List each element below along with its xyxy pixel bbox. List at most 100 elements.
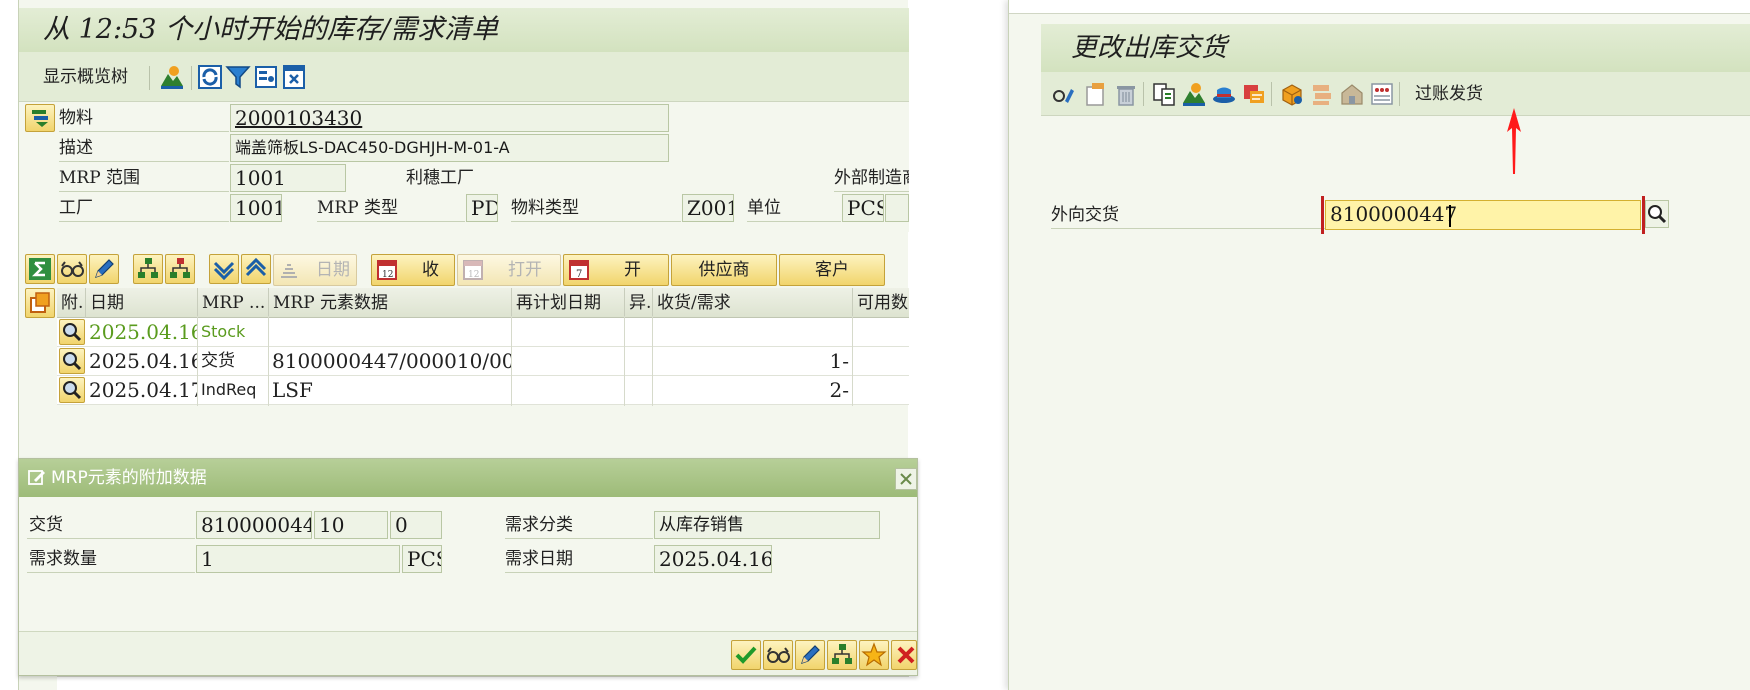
picking-icon[interactable] [1309,81,1335,107]
row-resched [512,345,625,377]
display-button[interactable] [57,254,87,284]
checkmark-icon [735,646,757,664]
row-qty: 1- [653,345,853,377]
row-qty [653,316,853,348]
trash-icon[interactable] [1113,81,1139,107]
open-disabled-button[interactable]: 12 打开 [457,254,561,286]
table-row[interactable]: 2025.04.16 Stock [57,316,909,348]
receipt-icon: 12 [377,260,397,280]
col-receipt-req[interactable]: 收货/需求 [653,288,853,318]
header-toggle-icon [32,110,48,127]
expand-tree-button[interactable] [133,254,163,284]
hat-icon[interactable] [1211,81,1237,107]
warehouse-icon[interactable] [1339,81,1365,107]
text-cursor [1449,205,1451,227]
material-field[interactable]: 2000103430 [230,104,669,132]
col-attach[interactable]: 附. [57,288,86,318]
header-toggle-button[interactable] [25,104,55,132]
planning-icon[interactable] [1181,81,1207,107]
col-exception[interactable]: 异. [625,288,653,318]
table-settings-button[interactable] [25,288,55,318]
export-icon[interactable] [281,64,307,90]
col-mrp-element[interactable]: MRP ... [198,288,269,318]
popup-cancel-button[interactable] [891,640,917,670]
popup-req-date-underline [505,572,653,573]
planning-icon[interactable] [159,64,185,90]
row-data: LSF [269,374,512,406]
popup-delivery-label: 交货 [29,515,63,535]
mrp-area-label: MRP 范围 [59,168,141,188]
row-resched [512,316,625,348]
desc-underline [59,161,229,162]
refresh-icon[interactable] [197,64,223,90]
search-icon [1648,205,1667,224]
popup-req-cat-underline [505,538,653,539]
mrp-element-popup: MRP元素的附加数据 交货 8100000447 10 0 需求分类 从库存销售… [18,458,918,676]
right-toolbar: 过账发货 [1041,72,1750,116]
post-goods-issue-button[interactable]: 过账发货 [1415,82,1483,106]
display-change-icon[interactable] [1051,81,1077,107]
material-label: 物料 [59,108,93,128]
popup-close-button[interactable] [895,468,917,490]
messages-icon[interactable] [1241,81,1267,107]
table-row[interactable]: 2025.04.16 交货 8100000447/000010/0000 1- [57,345,909,377]
collapse-all-button[interactable] [241,254,271,284]
row-detail-button[interactable] [59,348,85,374]
search-help-button[interactable] [1645,200,1669,228]
mrp-area-underline [59,191,229,192]
receipt-button[interactable]: 12 收 [371,254,455,286]
red-arrow-annotation [1507,108,1521,174]
vendor-button[interactable]: 供应商 [671,254,777,286]
popup-tree-button[interactable] [827,640,857,670]
magnifier-icon [63,323,82,342]
col-element-data[interactable]: MRP 元素数据 [269,288,512,318]
ext-manufacturer-label: 外部制造商 [834,168,909,188]
popup-display-button[interactable] [763,640,793,670]
date-icon [281,264,297,278]
mrp-table: 附. 日期 MRP ... MRP 元素数据 再计划日期 异. 收货/需求 可用… [25,288,909,428]
col-reschedule-date[interactable]: 再计划日期 [512,288,625,318]
row-exc [625,345,653,377]
row-resched [512,374,625,406]
sum-button[interactable] [25,254,55,284]
popup-footer [19,631,917,675]
col-date[interactable]: 日期 [86,288,198,318]
row-exc [625,374,653,406]
filter-icon[interactable] [225,64,251,90]
toolbar-separator [1271,82,1272,106]
settings-icon[interactable] [253,64,279,90]
grid-icon[interactable] [1369,81,1395,107]
table-row[interactable]: 2025.04.17 IndReq LSF 2- [57,374,909,406]
outbound-delivery-input[interactable]: 8100000447 [1325,200,1641,230]
glasses-icon [61,261,84,277]
collapse-tree-button[interactable] [165,254,195,284]
sigma-icon [29,258,51,280]
popup-favorite-button[interactable] [859,640,889,670]
create-icon[interactable] [1083,81,1109,107]
plant-field: 1001 [230,194,282,222]
row-detail-button[interactable] [59,377,85,403]
desc-field: 端盖筛板LS-DAC450-DGHJH-M-01-A [230,134,669,162]
edit-button[interactable] [89,254,119,284]
svg-text:12: 12 [468,270,479,280]
toolbar-separator [191,66,192,90]
unit-underline [747,221,841,222]
calendar-7-icon: 7 [569,260,589,280]
mat-type-field: Z001 [682,194,734,222]
package-icon[interactable] [1279,81,1305,107]
confirm-button[interactable] [731,640,761,670]
document-flow-icon[interactable] [1151,81,1177,107]
popup-edit-button[interactable] [795,640,825,670]
expand-all-button[interactable] [209,254,239,284]
outbound-underline [1051,228,1329,229]
customer-button[interactable]: 客户 [779,254,885,286]
show-tree-button[interactable]: 显示概览树 [43,65,128,89]
mrp-area-text: 利穗工厂 [406,168,474,188]
row-detail-button[interactable] [59,319,85,345]
open-button[interactable]: 7 开 [563,254,669,286]
row-element: Stock [198,316,269,348]
col-available[interactable]: 可用数 [853,288,909,318]
desc-label: 描述 [59,138,93,158]
row-date: 2025.04.16 [86,316,198,348]
date-button[interactable]: 日期 [273,254,357,286]
